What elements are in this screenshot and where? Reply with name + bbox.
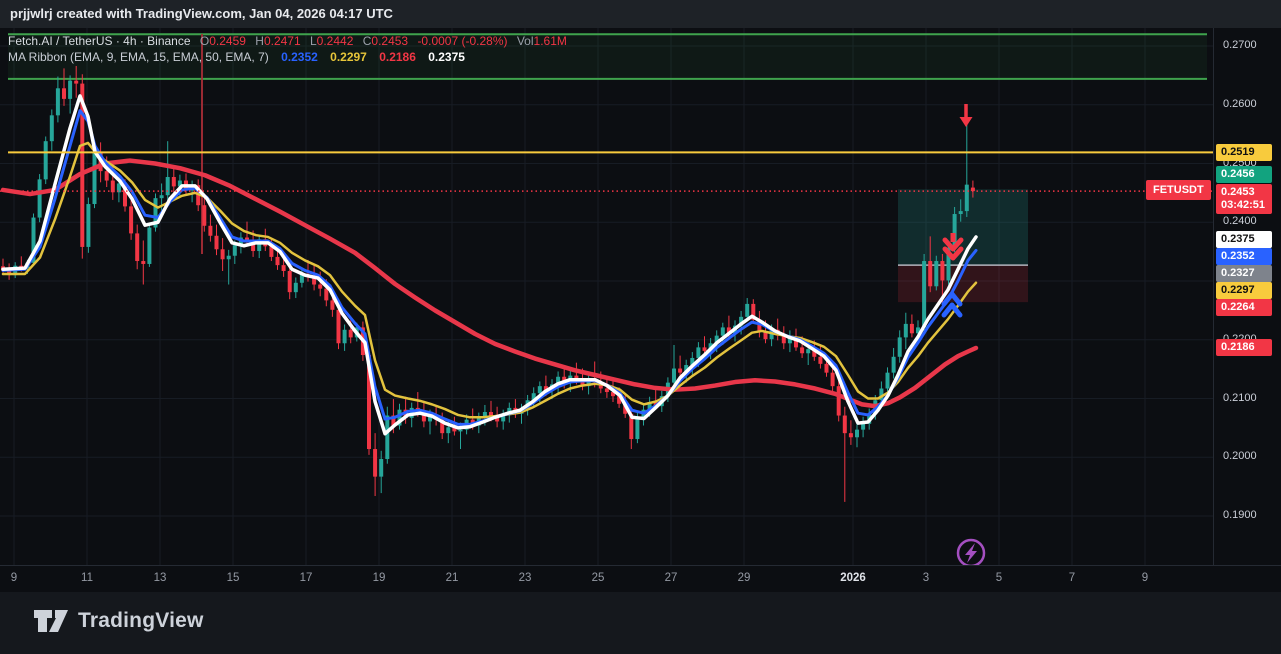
price-axis-badge: 0.2327 [1216,265,1272,282]
tradingview-logo-text: TradingView [78,609,204,632]
price-axis-badge: 0.2297 [1216,282,1272,299]
chart-legend: Fetch.AI / TetherUS · 4h · Binance O0.24… [8,33,567,65]
time-tick-label: 5 [995,572,1003,584]
indicator-title[interactable]: MA Ribbon (EMA, 9, EMA, 15, EMA, 50, EMA… [8,50,269,64]
attribution-bar: prjjwlrj created with TradingView.com, J… [0,0,1281,28]
price-axis-badge: 0.2375 [1216,231,1272,248]
time-tick-label: 17 [299,572,313,584]
price-axis-badge: 0.2519 [1216,144,1272,161]
ema7-value: 0.2375 [428,50,465,64]
time-tick-label: 11 [81,572,93,584]
ema-line-ema9[interactable] [1,109,978,426]
ema-line-ema15[interactable] [1,141,978,419]
price-tick-label: 0.2400 [1223,215,1257,228]
symbol-row: Fetch.AI / TetherUS · 4h · Binance O0.24… [8,33,567,49]
time-tick-label: 9 [1141,572,1149,584]
price-axis[interactable]: 0.27000.26000.25000.24000.23000.22000.21… [1213,28,1281,565]
time-tick-label: 2026 [840,572,866,584]
price-axis-badge: 0.2453 03:42:51 [1216,184,1272,214]
tradingview-snapshot: prjjwlrj created with TradingView.com, J… [0,0,1281,654]
footer-bar: TradingView [0,592,1281,654]
close-value: 0.2453 [371,34,409,48]
time-tick-label: 13 [153,572,167,584]
price-axis-badge: 0.2352 [1216,248,1272,265]
time-tick-label: 29 [737,572,751,584]
time-tick-label: 7 [1068,572,1076,584]
high-value: 0.2471 [263,34,301,48]
chart-area[interactable]: Fetch.AI / TetherUS · 4h · Binance O0.24… [0,28,1281,565]
tradingview-logo[interactable]: TradingView [33,607,204,635]
lightning-idea-icon[interactable] [956,538,986,565]
price-axis-badge: 0.2264 [1216,299,1272,316]
ema-line-ema50[interactable] [0,158,979,409]
time-tick-label: 15 [226,572,240,584]
ema15-value: 0.2297 [330,50,367,64]
time-tick-label: 19 [372,572,386,584]
time-tick-label: 25 [591,572,605,584]
time-tick-label: 23 [518,572,532,584]
red-down-arrow-icon[interactable] [959,104,973,127]
time-tick-label: 3 [922,572,930,584]
low-value: 0.2442 [316,34,354,48]
symbol-price-flag: FETUSDT [1146,180,1211,200]
price-tick-label: 0.2000 [1223,450,1257,463]
change-value: -0.0007 (-0.28%) [417,34,508,48]
volume-value: 1.61M [533,34,567,48]
time-axis[interactable]: 9 11 13 15 17 19 21 23 25 27 29 2026 3 5 7 9 [0,565,1281,593]
position-profit-zone[interactable] [898,189,1028,266]
price-tick-label: 0.2700 [1223,39,1257,51]
price-tick-label: 0.2600 [1223,97,1257,110]
low-label: L [309,34,317,48]
tradingview-logo-icon [34,610,68,632]
indicator-row: MA Ribbon (EMA, 9, EMA, 15, EMA, 50, EMA… [8,49,567,65]
price-tick-label: 0.1900 [1223,509,1257,521]
price-chart-canvas[interactable] [0,28,1213,565]
ema9-value: 0.2352 [281,50,318,64]
candles [1,65,975,502]
time-tick-label: 9 [10,572,18,584]
symbol-title[interactable]: Fetch.AI / TetherUS · 4h · Binance [8,34,191,48]
volume-label: Vol [516,34,534,48]
price-axis-badge: 0.2186 [1216,339,1272,356]
high-label: H [255,34,264,48]
attribution-text: prjjwlrj created with TradingView.com, J… [10,6,393,21]
open-label: O [199,34,210,48]
open-value: 0.2459 [209,34,246,48]
price-axis-badge: 0.2456 [1216,166,1272,183]
time-tick-label: 21 [445,572,459,584]
price-tick-label: 0.2100 [1223,391,1257,404]
time-tick-label: 27 [664,572,678,584]
ema50-value: 0.2186 [379,50,416,64]
